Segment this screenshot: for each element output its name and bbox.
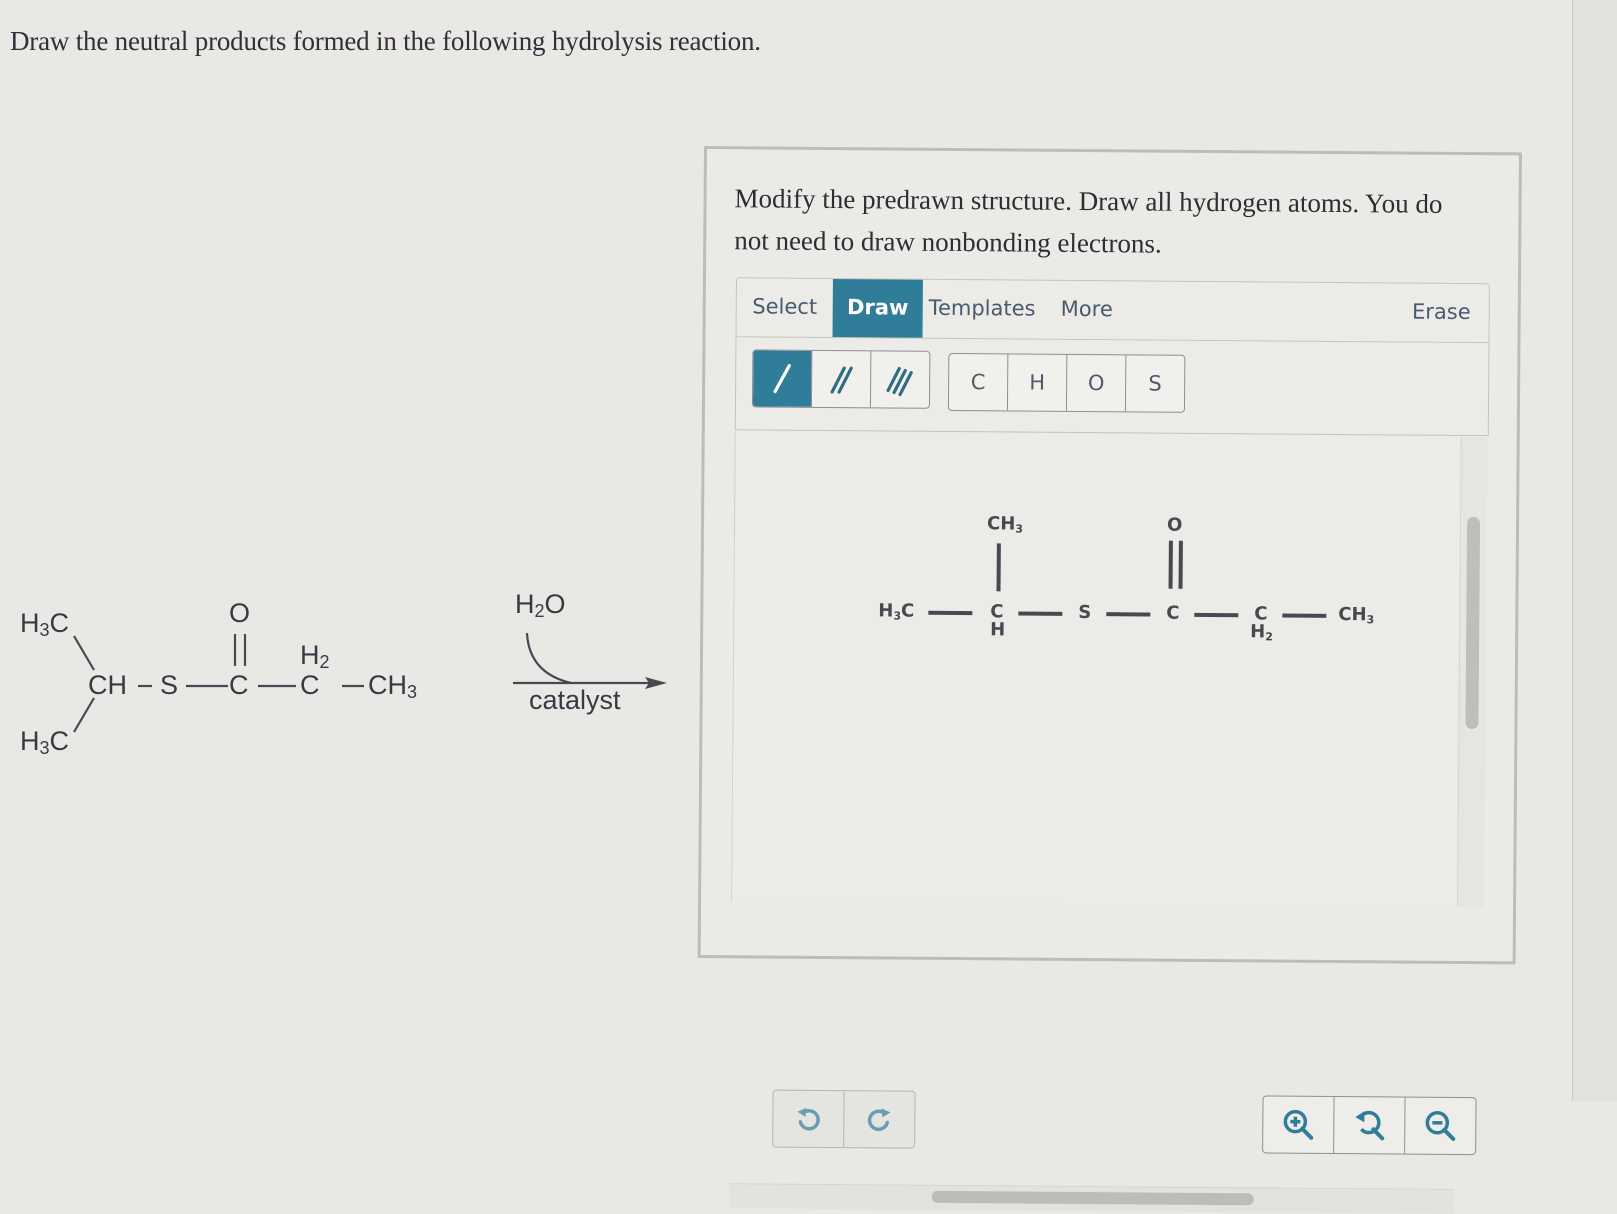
editor-instructions: Modify the predrawn structure. Draw all …	[734, 177, 1475, 267]
bond-ch-top-methyl	[74, 636, 94, 670]
atom-carbonyl-oxygen: O	[229, 598, 250, 629]
reset-zoom-icon	[1352, 1108, 1386, 1142]
atom-terminal-methyl: CH3	[368, 670, 417, 703]
reactant-structure: H3C H3C CH S C O C H2 CH3	[0, 590, 460, 790]
predrawn-bond-ch-topmethyl[interactable]	[997, 543, 1001, 591]
editor-toolbar: Select Draw Templates More Erase	[735, 277, 1489, 343]
predrawn-carbonyl-carbon[interactable]: C	[1166, 603, 1179, 624]
predrawn-left-methyl[interactable]: H3C	[878, 600, 914, 622]
predrawn-sulfur[interactable]: S	[1078, 602, 1091, 623]
atom-carbonyl-carbon: C	[229, 670, 249, 701]
tab-templates[interactable]: Templates	[929, 280, 1039, 339]
undo-button[interactable]	[773, 1091, 843, 1148]
predrawn-bond-c-ch2[interactable]	[1194, 613, 1238, 617]
single-bond-icon	[767, 362, 797, 396]
tab-more[interactable]: More	[1060, 281, 1120, 339]
atom-bottom-methyl: H3C	[20, 726, 69, 759]
predrawn-bond-methyl-ch[interactable]	[928, 611, 972, 615]
predrawn-bond-s-c[interactable]	[1106, 612, 1150, 616]
predrawn-terminal-methyl[interactable]: CH3	[1338, 604, 1374, 626]
atom-sulfur: S	[160, 670, 178, 701]
predrawn-carbonyl-oxygen[interactable]: O	[1167, 515, 1182, 536]
vertical-scrollbar[interactable]	[1457, 437, 1488, 907]
horizontal-scrollbar[interactable]	[730, 1183, 1454, 1214]
zoom-out-icon	[1423, 1109, 1457, 1143]
window-edge	[1572, 0, 1617, 1101]
horizontal-scroll-thumb[interactable]	[932, 1191, 1254, 1206]
tab-select[interactable]: Select	[737, 278, 833, 337]
bond-ch-bottom-methyl	[74, 698, 94, 732]
curved-arrow-line	[527, 633, 571, 683]
question-prompt: Draw the neutral products formed in the …	[10, 26, 761, 57]
atom-h-button[interactable]: H	[1007, 354, 1066, 410]
predrawn-top-methyl[interactable]: CH3	[987, 513, 1023, 535]
atom-c-button[interactable]: C	[949, 354, 1007, 410]
atom-methylene: C	[300, 670, 320, 701]
triple-bond-icon	[883, 362, 917, 396]
zoom-in-button[interactable]	[1263, 1096, 1333, 1153]
atom-methine: CH	[88, 670, 127, 701]
vertical-scroll-thumb[interactable]	[1465, 517, 1480, 729]
zoom-out-button[interactable]	[1404, 1098, 1475, 1155]
drawing-editor-panel: Modify the predrawn structure. Draw all …	[698, 146, 1522, 964]
predrawn-bond-co-2[interactable]	[1179, 541, 1183, 589]
redo-icon	[864, 1104, 894, 1134]
atom-tool-group: C H O S	[948, 353, 1185, 413]
zoom-button-group	[1262, 1095, 1476, 1155]
tab-draw[interactable]: Draw	[833, 279, 923, 338]
reaction-arrow: H2O catalyst	[505, 585, 685, 735]
atom-methylene-h: H2	[300, 640, 330, 673]
atom-o-button[interactable]: O	[1066, 355, 1125, 411]
zoom-in-icon	[1281, 1108, 1315, 1142]
single-bond-button[interactable]	[753, 350, 811, 406]
redo-button[interactable]	[843, 1091, 914, 1148]
bond-tool-group	[752, 349, 930, 408]
erase-button[interactable]: Erase	[1410, 284, 1470, 342]
reset-zoom-button[interactable]	[1333, 1097, 1404, 1154]
atom-top-methyl: H3C	[20, 608, 69, 641]
predrawn-bond-co-1[interactable]	[1169, 541, 1173, 589]
tool-row: C H O S	[735, 337, 1490, 436]
triple-bond-button[interactable]	[870, 351, 929, 407]
reagent-catalyst: catalyst	[529, 685, 621, 716]
predrawn-ch-hydrogen[interactable]: H	[990, 619, 1005, 640]
atom-s-button[interactable]: S	[1125, 355, 1184, 411]
double-bond-icon	[826, 362, 856, 396]
double-bond-button[interactable]	[811, 351, 870, 407]
predrawn-ch2-hydrogens[interactable]: H2	[1250, 621, 1273, 643]
history-button-group	[772, 1090, 915, 1149]
predrawn-bond-ch2-ch3[interactable]	[1282, 614, 1326, 618]
drawing-canvas[interactable]: H3C C H CH3 S C O C H2 CH3	[731, 431, 1460, 907]
predrawn-bond-ch-s[interactable]	[1018, 611, 1062, 615]
undo-icon	[793, 1104, 823, 1134]
